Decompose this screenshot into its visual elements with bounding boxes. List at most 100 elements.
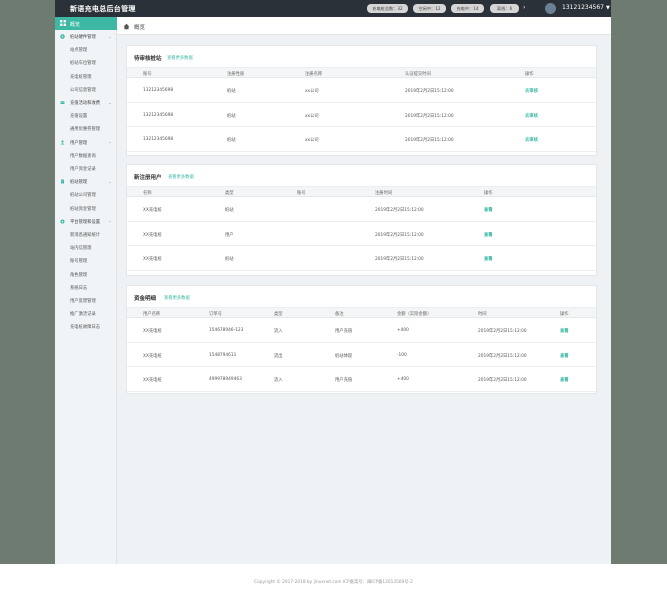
stat-badge-charging[interactable]: 充电中：14 — [451, 4, 484, 13]
sidebar-group[interactable]: 桩站硬件管理 ⌄ — [55, 30, 117, 43]
sidebar-item-label: 账号管理 — [70, 259, 88, 265]
sidebar-item-label: 新消息通知统计 — [70, 233, 101, 238]
table-row: 13212345698 桩站 xx公司 2019年2月2日15:12:00 去审核 — [127, 103, 596, 127]
chevron-down-icon: ⌄ — [108, 99, 112, 105]
column-header: 注册时间 — [375, 190, 393, 196]
column-header: 账号 — [143, 71, 152, 77]
column-header: 操作 — [484, 190, 493, 196]
sidebar-item[interactable]: 用户数据查询 — [55, 149, 117, 162]
sidebar-item[interactable]: 桩站资金管理 — [55, 202, 117, 215]
sidebar-item-label: 站点管理 — [70, 48, 88, 54]
grid-icon — [60, 20, 66, 26]
table-cell: +400 — [397, 377, 409, 382]
sidebar-item[interactable]: 站内信管理 — [55, 241, 117, 254]
sidebar-item[interactable]: 通用优惠券管理 — [55, 122, 117, 135]
top-header-bar: 新语充电总后台管理 充电桩总数：32 空闲中：12 充电中：14 离线：6 › … — [55, 0, 611, 17]
action-link[interactable]: 查看 — [484, 256, 493, 262]
avatar[interactable] — [545, 3, 556, 14]
chevron-down-icon: ⌄ — [108, 178, 112, 184]
panel-title: 新注册用户 — [134, 175, 162, 181]
table-row: 13212345698 桩站 xx公司 2019年2月2日15:12:00 去审核 — [127, 127, 596, 152]
sidebar-item-label: 角色管理 — [70, 272, 88, 278]
table-cell: 1548794611 — [209, 352, 237, 358]
sidebar-group[interactable]: 桩站管理 ⌄ — [55, 175, 117, 188]
column-header: 类型 — [225, 190, 234, 196]
fund-details-panel: 资金明细 查看更多数据 用户名称 订单号 类型 备注 金额（实际金额） 时间 操… — [126, 285, 597, 394]
sidebar-group[interactable]: 平台管理和设置 ⌄ — [55, 215, 117, 228]
sidebar-item[interactable]: 桩站车位管理 — [55, 56, 117, 69]
new-users-panel: 新注册用户 查看更多数据 名称 类型 账号 注册时间 操作 XX充电桩 桩站 201… — [126, 164, 597, 276]
sidebar-item[interactable]: 充电桩故障日志 — [55, 320, 117, 333]
table-cell: 2019年2月2日15:12:00 — [375, 208, 424, 213]
column-header: 认证提交时间 — [405, 71, 431, 77]
settings-icon — [60, 219, 65, 224]
charger-icon — [60, 34, 65, 39]
action-link[interactable]: 去审核 — [525, 137, 538, 143]
action-link[interactable]: 查看 — [560, 377, 569, 383]
caret-down-icon[interactable]: ▼ — [606, 5, 610, 11]
table-cell: XX充电桩 — [143, 329, 162, 334]
sidebar-item[interactable]: 充值设置 — [55, 109, 117, 122]
sidebar-item[interactable]: 桩站公司管理 — [55, 188, 117, 201]
table-cell: 用户充值 — [335, 378, 353, 383]
sidebar-group[interactable]: 用户管理 ⌄ — [55, 136, 117, 149]
column-header: 名称 — [143, 190, 152, 196]
table-cell: 13212345698 — [143, 112, 174, 118]
sidebar-item[interactable]: 充电桩管理 — [55, 70, 117, 83]
view-more-link[interactable]: 查看更多数据 — [164, 295, 190, 301]
sidebar-group[interactable]: 充值活动和收费 ⌄ — [55, 96, 117, 109]
table-cell: 154678946-123 — [209, 328, 244, 333]
table-cell: 流入 — [274, 329, 283, 334]
sidebar-item[interactable]: 用户反馈管理 — [55, 294, 117, 307]
panel-title: 待审核桩站 — [134, 56, 162, 62]
table-row: XX充电桩 154678946-123 流入 用户充值 +400 2019年2月2日15:… — [127, 318, 596, 343]
sidebar-item-label: 充电桩管理 — [70, 74, 92, 80]
outer-background-left — [0, 0, 55, 564]
stat-badge-offline[interactable]: 离线：6 — [490, 4, 519, 13]
sidebar-item-label: 桩站车位管理 — [70, 61, 96, 67]
table-cell: 2019年2月2日15:12:00 — [478, 353, 527, 359]
action-link[interactable]: 去审核 — [525, 88, 538, 94]
building-icon — [61, 179, 64, 184]
panel-header: 资金明细 查看更多数据 — [127, 286, 596, 308]
chevron-down-icon: ⌄ — [108, 33, 112, 39]
table-cell: 桩站 — [227, 113, 236, 119]
table-row: XX充电桩 桩站 2019年2月2日15:12:00 查看 — [127, 246, 596, 271]
sidebar-item[interactable]: 新消息通知统计 — [55, 228, 117, 241]
chevron-right-icon[interactable]: › — [523, 4, 525, 11]
table-cell: 桩站 — [225, 257, 234, 262]
table-cell: 流出 — [274, 353, 283, 359]
sidebar-item[interactable]: 账号管理 — [55, 254, 117, 267]
sidebar-item[interactable]: 公司信息管理 — [55, 83, 117, 96]
action-link[interactable]: 查看 — [484, 232, 493, 238]
column-header: 时间 — [478, 311, 487, 317]
sidebar-item[interactable]: 用户资金记录 — [55, 162, 117, 175]
table-cell: +400 — [397, 328, 409, 333]
sidebar-item-label: 通用优惠券管理 — [70, 127, 101, 133]
column-header: 备注 — [335, 311, 344, 317]
table-cell: 13212345698 — [143, 88, 174, 93]
view-more-link[interactable]: 查看更多数据 — [168, 174, 194, 180]
table-cell: 2019年2月2日15:12:00 — [375, 257, 424, 262]
table-cell: 2019年2月2日15:12:00 — [478, 329, 527, 334]
action-link[interactable]: 查看 — [560, 353, 569, 359]
view-more-link[interactable]: 查看更多数据 — [167, 55, 193, 61]
sidebar-group-label: 平台管理和设置 — [70, 219, 101, 225]
table-cell: 2019年2月2日15:12:00 — [478, 378, 527, 383]
action-link[interactable]: 去审核 — [525, 113, 538, 119]
sidebar-item-overview[interactable]: 概览 — [55, 17, 117, 30]
sidebar-item[interactable]: 系统日志 — [55, 281, 117, 294]
sidebar-item[interactable]: 站点管理 — [55, 43, 117, 56]
stat-badge-idle[interactable]: 空闲中：12 — [413, 4, 446, 13]
account-name[interactable]: 13121234567 — [562, 4, 604, 11]
column-header: 用户名称 — [143, 311, 161, 317]
stat-badge-total[interactable]: 充电桩总数：32 — [367, 4, 408, 13]
table-cell: xx公司 — [305, 113, 319, 119]
sidebar-item[interactable]: 角色管理 — [55, 268, 117, 281]
action-link[interactable]: 查看 — [484, 207, 493, 213]
sidebar-item[interactable]: 推广激活记录 — [55, 307, 117, 320]
table-cell: 桩站 — [227, 138, 236, 143]
pending-stations-panel: 待审核桩站 查看更多数据 账号 注册性质 注册名称 认证提交时间 操作 1321… — [126, 45, 597, 156]
action-link[interactable]: 查看 — [560, 328, 569, 334]
sidebar-item-label: 用户数据查询 — [70, 153, 96, 159]
